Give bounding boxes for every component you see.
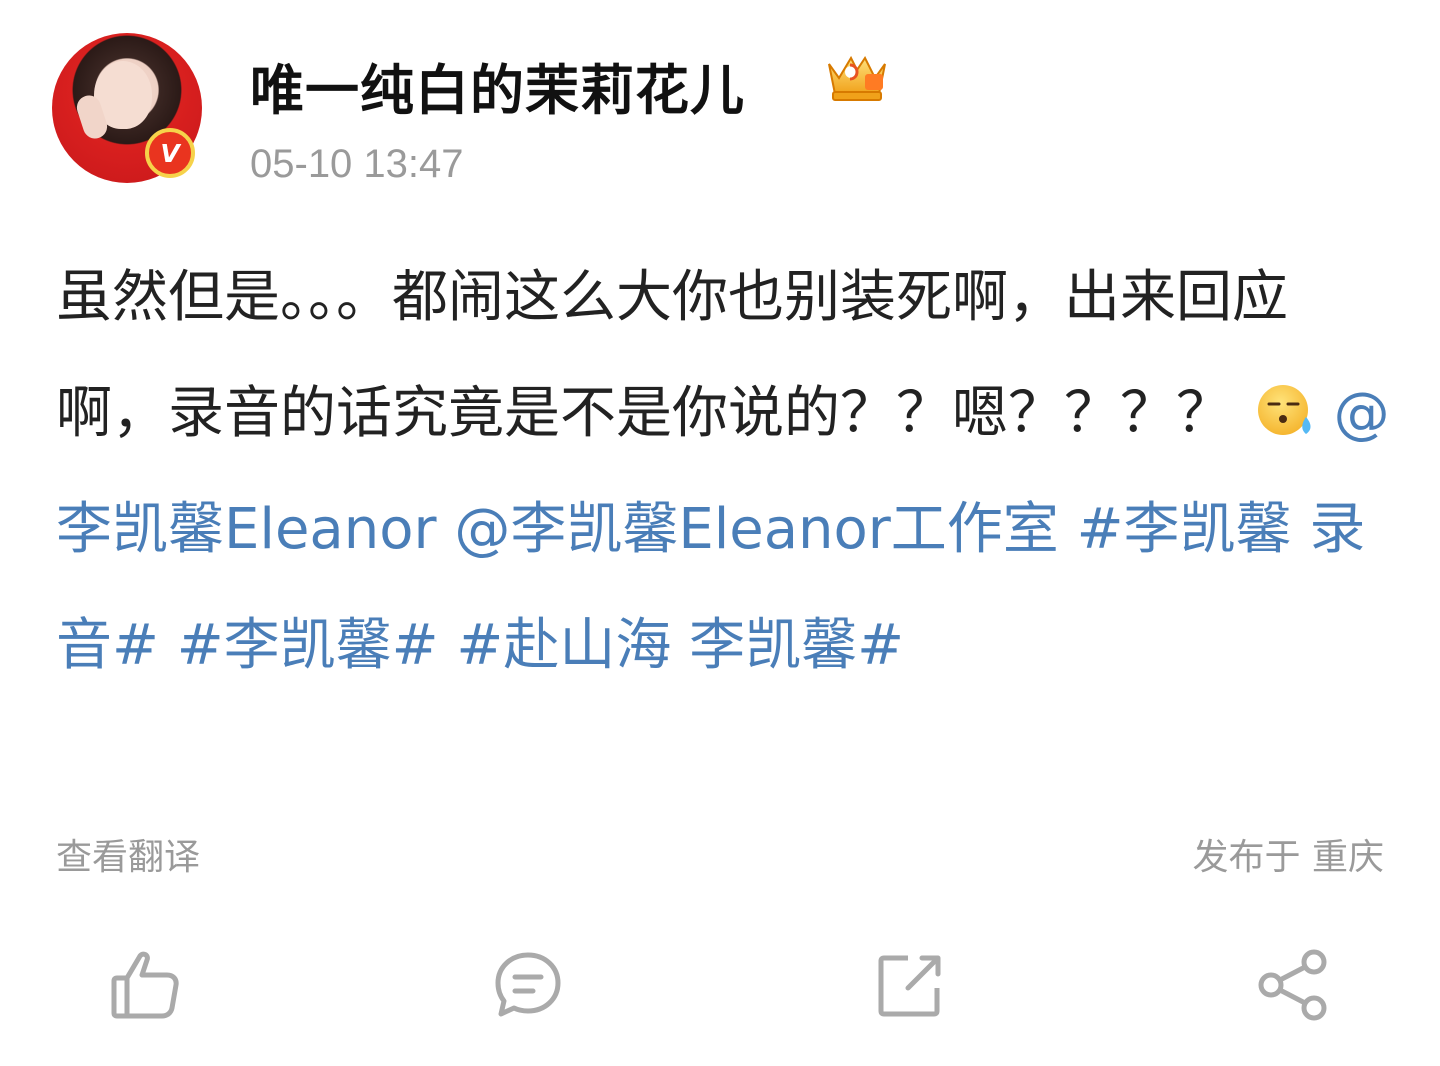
like-button[interactable] <box>101 930 191 1040</box>
repost-button[interactable] <box>866 930 956 1040</box>
share-icon <box>1258 949 1327 1021</box>
author-name[interactable]: 唯一纯白的茉莉花儿 <box>250 46 745 125</box>
post-action-bar <box>0 930 1440 1040</box>
verified-badge: V <box>145 128 195 178</box>
thumbs-up-icon <box>111 951 179 1019</box>
hashtag-link[interactable]: #李凯馨# <box>177 613 439 678</box>
hashtag-link[interactable]: #赴山海 李凯馨# <box>456 613 904 678</box>
comment-button[interactable] <box>483 930 573 1040</box>
mention-link[interactable]: @李凯馨Eleanor工作室 <box>454 497 1059 562</box>
share-button[interactable] <box>1248 930 1338 1040</box>
crown-level-icon <box>828 55 886 101</box>
post-body: 虽然但是。。。都闹这么大你也别装死啊，出来回应啊，录音的话究竟是不是你说的？？嗯… <box>56 240 1391 704</box>
view-translation-link[interactable]: 查看翻译 <box>56 828 200 880</box>
comment-icon <box>495 952 561 1017</box>
post-text: 虽然但是。。。都闹这么大你也别装死啊，出来回应啊，录音的话究竟是不是你说的？？嗯… <box>56 265 1288 446</box>
repost-icon <box>878 955 941 1017</box>
sweat-emoji-icon <box>1257 385 1311 435</box>
post-timestamp: 05-10 13:47 <box>250 142 464 186</box>
published-location: 发布于 重庆 <box>1192 837 1384 878</box>
